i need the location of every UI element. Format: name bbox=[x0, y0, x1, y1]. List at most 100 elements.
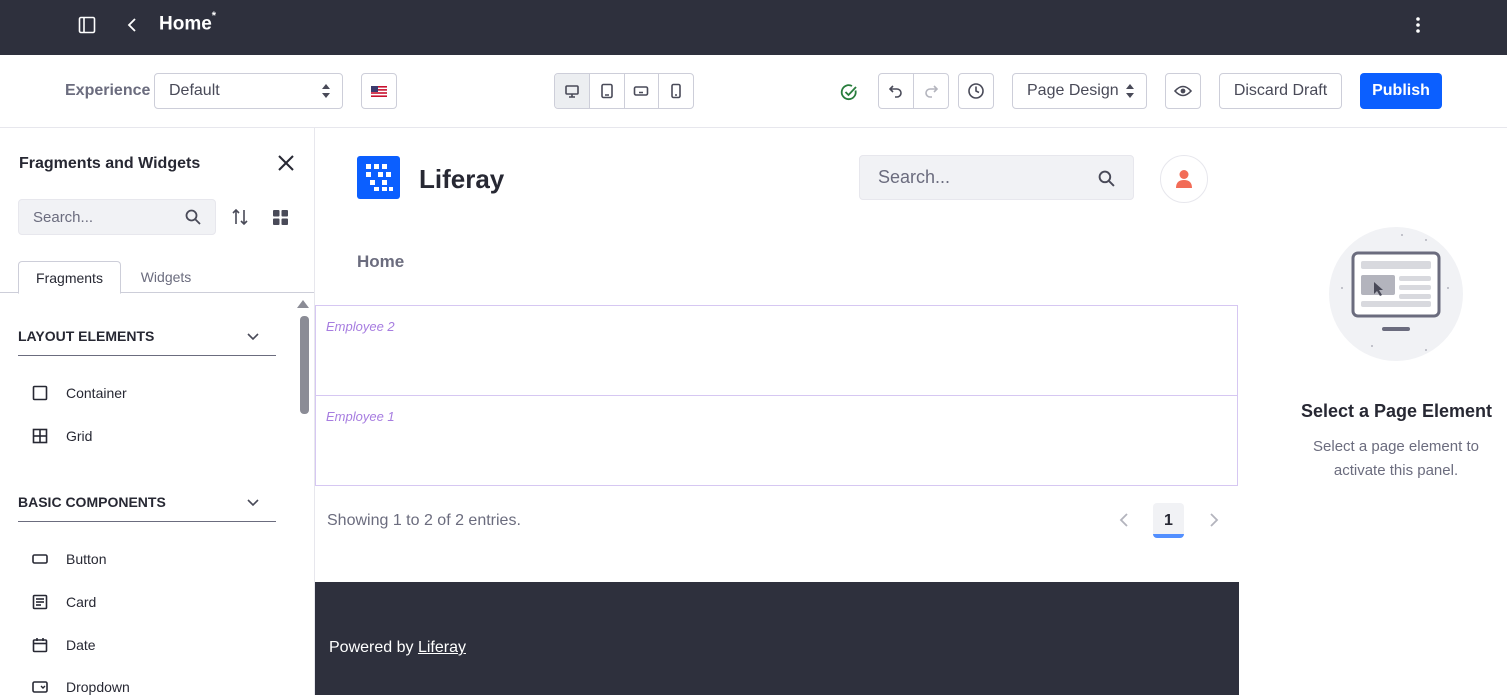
history-button[interactable] bbox=[958, 73, 994, 109]
select-element-illustration-icon bbox=[1329, 227, 1463, 361]
scroll-up-icon[interactable] bbox=[297, 300, 309, 308]
top-bar: Home* bbox=[0, 0, 1507, 55]
chevron-right-icon[interactable] bbox=[1205, 511, 1223, 529]
tablet-portrait-preview-button[interactable] bbox=[625, 74, 660, 108]
sidebar-title: Fragments and Widgets bbox=[19, 155, 201, 172]
tab-widgets[interactable]: Widgets bbox=[121, 261, 211, 293]
phone-icon bbox=[671, 83, 681, 99]
desktop-preview-button[interactable] bbox=[555, 74, 590, 108]
sidebar-search bbox=[18, 199, 216, 235]
search-icon[interactable] bbox=[185, 209, 201, 225]
sidebar-toggle-icon[interactable] bbox=[77, 15, 97, 35]
fragment-container[interactable]: Container bbox=[30, 383, 127, 403]
fragment-card[interactable]: Card bbox=[30, 592, 96, 612]
experience-select[interactable]: Default bbox=[154, 73, 343, 109]
sidebar-scroll-thumb[interactable] bbox=[300, 316, 309, 414]
configuration-panel: Select a Page Element Select a page elem… bbox=[1239, 128, 1507, 695]
section-title: LAYOUT ELEMENTS bbox=[18, 328, 155, 344]
tablet-icon bbox=[600, 83, 613, 99]
publish-label: Publish bbox=[1372, 82, 1430, 99]
collection-item-label: Employee 1 bbox=[326, 409, 395, 424]
section-layout-elements[interactable]: LAYOUT ELEMENTS bbox=[18, 328, 276, 356]
select-caret-icon bbox=[1126, 84, 1134, 98]
site-search bbox=[859, 155, 1134, 200]
discard-draft-button[interactable]: Discard Draft bbox=[1219, 73, 1342, 109]
experience-value: Default bbox=[169, 82, 220, 99]
section-basic-components[interactable]: BASIC COMPONENTS bbox=[18, 494, 276, 522]
fragment-button[interactable]: Button bbox=[30, 549, 106, 569]
chevron-left-icon[interactable] bbox=[1115, 511, 1133, 529]
liferay-logo bbox=[357, 156, 400, 199]
back-icon[interactable] bbox=[122, 15, 142, 35]
powered-by-text: Powered by bbox=[329, 639, 414, 656]
tablet-landscape-preview-button[interactable] bbox=[590, 74, 625, 108]
tab-fragments[interactable]: Fragments bbox=[18, 261, 121, 294]
chevron-down-icon bbox=[247, 333, 259, 341]
discard-draft-label: Discard Draft bbox=[1233, 82, 1328, 99]
page-title-text: Home bbox=[159, 13, 212, 35]
section-title: BASIC COMPONENTS bbox=[18, 494, 166, 510]
editor-toolbar: Experience Default Page Design Discard D… bbox=[0, 55, 1507, 128]
page-mode-select[interactable]: Page Design bbox=[1012, 73, 1147, 109]
page-mode-value: Page Design bbox=[1027, 82, 1119, 99]
fragment-label: Button bbox=[66, 551, 107, 567]
chevron-down-icon bbox=[247, 499, 259, 507]
publish-button[interactable]: Publish bbox=[1360, 73, 1442, 109]
redo-button[interactable] bbox=[914, 74, 948, 108]
dropdown-icon bbox=[30, 677, 50, 695]
device-preview-group bbox=[554, 73, 694, 109]
panel-empty-title: Select a Page Element bbox=[1300, 401, 1493, 421]
fragment-label: Grid bbox=[66, 428, 93, 444]
button-icon bbox=[30, 549, 50, 569]
eye-icon bbox=[1174, 85, 1192, 97]
search-icon[interactable] bbox=[1098, 170, 1115, 187]
undo-button[interactable] bbox=[879, 74, 914, 108]
modified-marker: * bbox=[211, 10, 217, 22]
fragment-label: Dropdown bbox=[66, 679, 130, 695]
close-icon[interactable] bbox=[277, 154, 295, 172]
fragment-grid[interactable]: Grid bbox=[30, 426, 92, 446]
clock-icon bbox=[968, 83, 984, 99]
fragment-label: Card bbox=[66, 594, 97, 610]
footer-text: Powered by Liferay bbox=[329, 639, 466, 657]
page-canvas: Liferay Home Employee 2 Employee 1 Showi… bbox=[315, 128, 1239, 695]
redo-icon bbox=[925, 85, 938, 98]
panel-empty-description: Select a page element to activate this p… bbox=[1313, 438, 1479, 479]
mobile-preview-button[interactable] bbox=[659, 74, 693, 108]
desktop-icon bbox=[565, 85, 579, 98]
fragment-label: Container bbox=[66, 385, 127, 401]
sidebar-tabs: Fragments Widgets bbox=[0, 261, 314, 294]
user-avatar[interactable] bbox=[1160, 155, 1208, 203]
landscape-phone-icon bbox=[634, 86, 649, 96]
flag-us-icon bbox=[371, 85, 387, 97]
site-name: Liferay bbox=[419, 164, 505, 194]
calendar-icon bbox=[30, 635, 50, 655]
pagination-page[interactable]: 1 bbox=[1153, 503, 1184, 538]
sidebar-search-input[interactable] bbox=[19, 200, 179, 234]
saved-check-icon bbox=[840, 83, 860, 103]
site-search-input[interactable] bbox=[860, 156, 1080, 199]
user-icon bbox=[1176, 170, 1192, 188]
select-caret-icon bbox=[322, 84, 330, 98]
pagination-results: Showing 1 to 2 of 2 entries. bbox=[327, 512, 521, 529]
site-footer: Powered by Liferay bbox=[315, 582, 1239, 695]
preview-button[interactable] bbox=[1165, 73, 1201, 109]
container-icon bbox=[30, 383, 50, 403]
sort-icon[interactable] bbox=[231, 208, 249, 231]
fragments-sidebar: Fragments and Widgets Fragments Widgets … bbox=[0, 128, 315, 695]
fragment-date[interactable]: Date bbox=[30, 635, 96, 655]
footer-liferay-link[interactable]: Liferay bbox=[418, 639, 466, 656]
language-selector-button[interactable] bbox=[361, 73, 397, 109]
options-kebab-icon[interactable] bbox=[1408, 15, 1428, 35]
collection-item[interactable]: Employee 2 bbox=[315, 305, 1238, 396]
fragment-label: Date bbox=[66, 637, 96, 653]
nav-item-home[interactable]: Home bbox=[357, 252, 404, 272]
fragment-dropdown[interactable]: Dropdown bbox=[30, 677, 130, 695]
undo-redo-group bbox=[878, 73, 949, 109]
experience-label: Experience bbox=[65, 82, 151, 99]
page-title: Home* bbox=[159, 10, 217, 35]
collection-item[interactable]: Employee 1 bbox=[315, 395, 1238, 486]
grid-view-icon[interactable] bbox=[272, 209, 289, 231]
card-icon bbox=[30, 592, 50, 612]
collection-item-label: Employee 2 bbox=[326, 319, 395, 334]
